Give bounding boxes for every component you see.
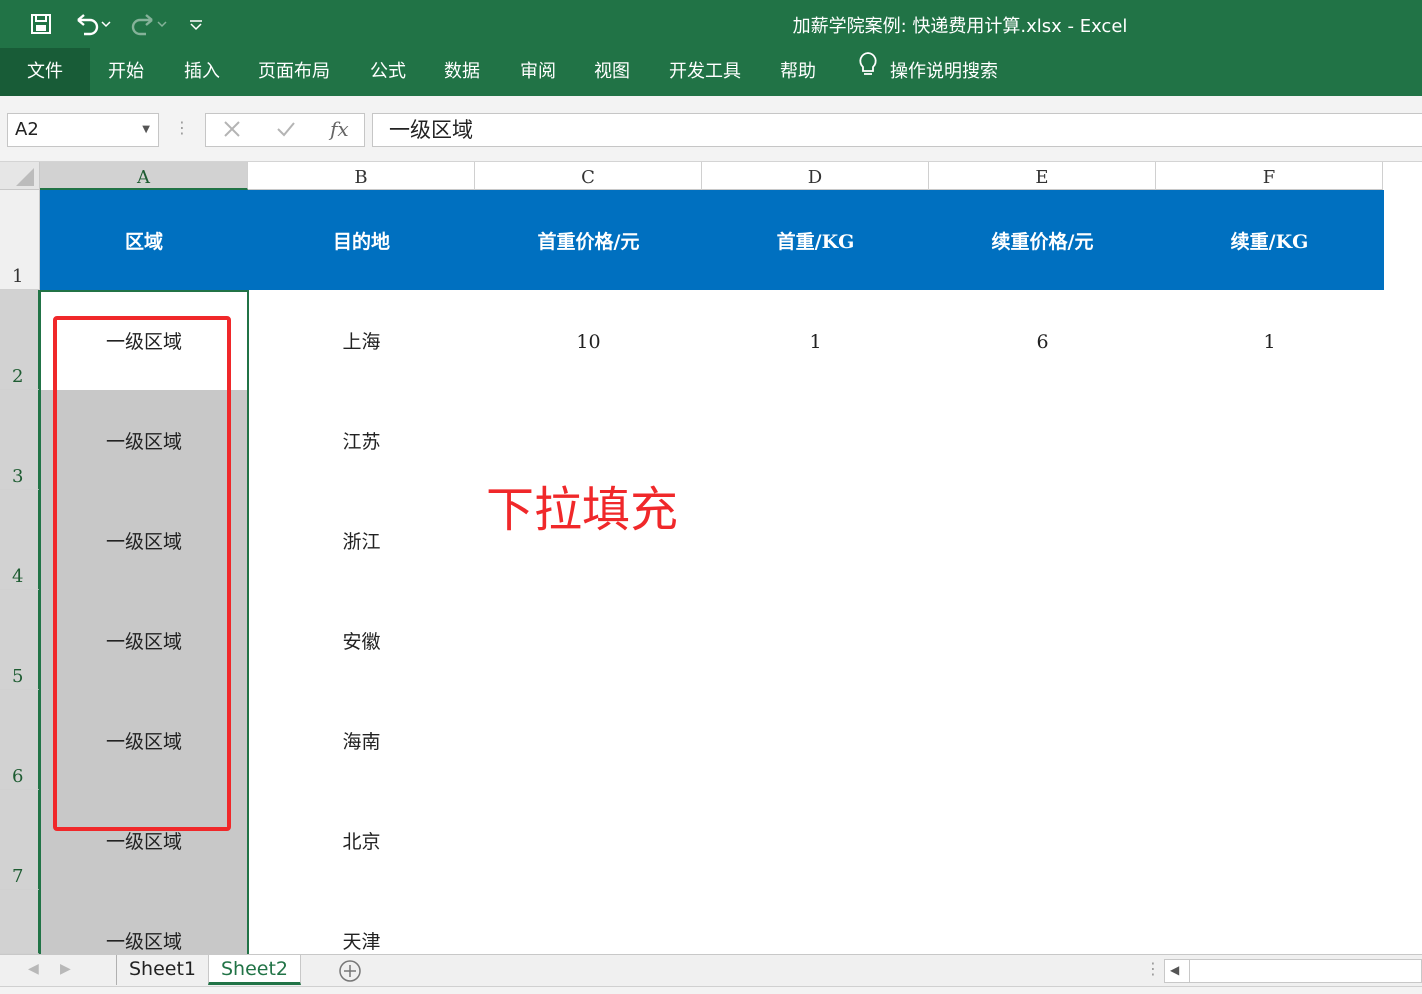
sheet-tab-sheet1[interactable]: Sheet1 (116, 955, 208, 985)
formula-bar-area: A2 ▼ ⋮ fx 一级区域 (0, 96, 1422, 162)
scroll-left-icon[interactable]: ◀ (28, 961, 39, 977)
sheet-tab-bar: ◀ ▶ Sheet1 Sheet2 ⋮ ◀ (0, 954, 1422, 986)
tab-insert[interactable]: 插入 (184, 48, 220, 96)
cell-f2[interactable]: 1 (1156, 290, 1383, 390)
tab-developer[interactable]: 开发工具 (669, 48, 741, 96)
column-header-c[interactable]: C (475, 162, 702, 190)
header-cell-first-weight-price[interactable]: 首重价格/元 (475, 190, 702, 290)
cell-b4[interactable]: 浙江 (248, 490, 475, 590)
insert-function-icon[interactable]: fx (330, 117, 349, 141)
tell-me-search[interactable]: 操作说明搜索 (858, 48, 998, 96)
row-header-5[interactable]: 5 (0, 590, 40, 690)
row-header-7[interactable]: 7 (0, 790, 40, 890)
select-all-button[interactable] (0, 162, 40, 190)
table-row: 一级区域 天津 (40, 890, 1422, 954)
scroll-left-arrow-icon[interactable]: ◀ (1170, 963, 1179, 977)
more-icon[interactable]: ⋮ (174, 118, 190, 137)
row-header-6[interactable]: 6 (0, 690, 40, 790)
cell-b5[interactable]: 安徽 (248, 590, 475, 690)
cell-a8[interactable]: 一级区域 (40, 890, 248, 954)
name-box-value: A2 (15, 119, 39, 140)
cell-b8[interactable]: 天津 (248, 890, 475, 954)
ribbon-tabs: 文件 开始 插入 页面布局 公式 数据 审阅 视图 开发工具 帮助 操作说明搜索 (0, 48, 1422, 96)
column-header-d[interactable]: D (702, 162, 929, 190)
cell-b6[interactable]: 海南 (248, 690, 475, 790)
add-sheet-icon[interactable] (338, 959, 362, 987)
undo-icon[interactable] (70, 10, 114, 38)
row-header-1[interactable]: 1 (0, 190, 40, 290)
sheet-tab-sheet2[interactable]: Sheet2 (208, 955, 302, 985)
tell-me-label: 操作说明搜索 (890, 61, 998, 82)
header-cell-additional-price[interactable]: 续重价格/元 (929, 190, 1156, 290)
tab-file[interactable]: 文件 (0, 48, 90, 96)
formula-buttons: fx (205, 113, 365, 147)
tab-view[interactable]: 视图 (594, 48, 630, 96)
header-cell-first-weight[interactable]: 首重/KG (702, 190, 929, 290)
scroll-right-icon[interactable]: ▶ (60, 961, 71, 977)
customize-icon[interactable] (184, 10, 208, 38)
tab-page-layout[interactable]: 页面布局 (258, 48, 330, 96)
cell-e2[interactable]: 6 (929, 290, 1156, 390)
cell-d2[interactable]: 1 (702, 290, 929, 390)
header-cell-region[interactable]: 区域 (40, 190, 248, 290)
cell-b3[interactable]: 江苏 (248, 390, 475, 490)
tab-review[interactable]: 审阅 (520, 48, 556, 96)
cell-c2[interactable]: 10 (475, 290, 702, 390)
chevron-down-icon[interactable]: ▼ (142, 114, 150, 146)
horizontal-scrollbar[interactable]: ◀ (1164, 959, 1422, 983)
save-icon[interactable] (26, 10, 56, 38)
tab-help[interactable]: 帮助 (780, 48, 816, 96)
window-title: 加薪学院案例: 快递费用计算.xlsx - Excel (792, 16, 1128, 37)
tab-data[interactable]: 数据 (444, 48, 480, 96)
name-box[interactable]: A2 ▼ (7, 113, 159, 147)
annotation-highlight-box (53, 316, 231, 831)
row-header-2[interactable]: 2 (0, 290, 40, 390)
row-header-4[interactable]: 4 (0, 490, 40, 590)
status-bar (0, 986, 1422, 994)
column-header-b[interactable]: B (248, 162, 475, 190)
row-header-3[interactable]: 3 (0, 390, 40, 490)
tab-home[interactable]: 开始 (108, 48, 144, 96)
column-header-f[interactable]: F (1156, 162, 1383, 190)
cell-b2[interactable]: 上海 (248, 290, 475, 390)
header-cell-additional-weight[interactable]: 续重/KG (1156, 190, 1383, 290)
splitter-icon[interactable]: ⋮ (1145, 959, 1161, 978)
row-header-8[interactable] (0, 890, 40, 954)
annotation-text: 下拉填充 (486, 482, 679, 538)
column-header-a[interactable]: A (40, 162, 248, 190)
redo-icon[interactable] (126, 10, 170, 38)
title-bar: 加薪学院案例: 快递费用计算.xlsx - Excel (0, 0, 1422, 48)
lightbulb-icon (858, 48, 878, 96)
enter-icon[interactable] (274, 117, 298, 145)
header-cell-destination[interactable]: 目的地 (248, 190, 475, 290)
cell-b7[interactable]: 北京 (248, 790, 475, 890)
formula-input[interactable]: 一级区域 (372, 113, 1422, 147)
tab-formulas[interactable]: 公式 (370, 48, 406, 96)
cancel-icon[interactable] (220, 117, 244, 145)
column-header-e[interactable]: E (929, 162, 1156, 190)
